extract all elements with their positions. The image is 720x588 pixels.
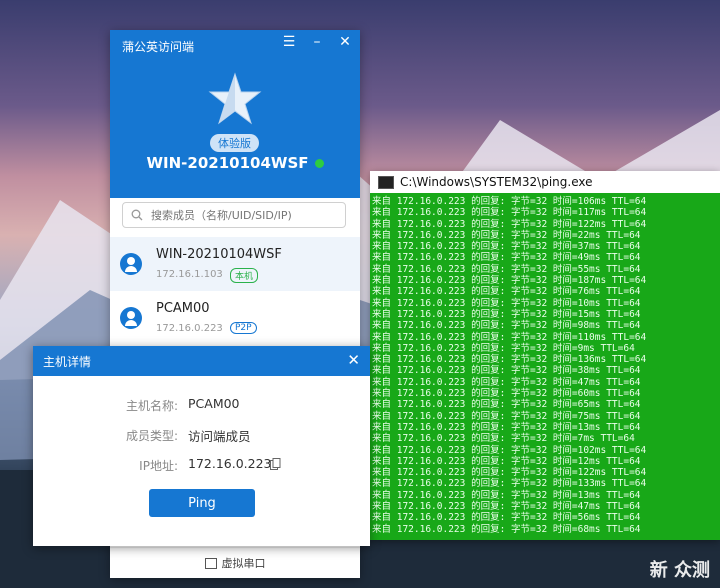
trial-badge: 体验版 — [210, 134, 259, 152]
member-avatar-icon — [120, 253, 142, 275]
host-name-value: PCAM00 — [188, 396, 240, 411]
console-titlebar: C:\Windows\SYSTEM32\ping.exe — [370, 171, 720, 193]
ip-address-label: IP地址: — [139, 459, 178, 473]
console-line: 来自 172.16.0.223 的回复: 字节=32 时间=37ms TTL=6… — [372, 241, 641, 253]
console-line: 来自 172.16.0.223 的回复: 字节=32 时间=68ms TTL=6… — [372, 523, 641, 535]
console-line: 来自 172.16.0.223 的回复: 字节=32 时间=122ms TTL=… — [372, 218, 647, 230]
console-line: 来自 172.16.0.223 的回复: 字节=32 时间=110ms TTL=… — [372, 331, 647, 343]
footer-label: 虚拟串口 — [221, 557, 266, 570]
member-item-local[interactable]: WIN-20210104WSF 172.16.1.103 本机 — [110, 237, 360, 291]
dialog-title: 主机详情 — [43, 354, 92, 369]
console-line: 来自 172.16.0.223 的回复: 字节=32 时间=47ms TTL=6… — [372, 376, 641, 388]
watermark-logo: 新 众测 — [649, 560, 710, 581]
host-detail-dialog: 主机详情 ✕ 主机名称: PCAM00 成员类型: 访问端成员 IP地址: 17… — [33, 346, 370, 546]
console-line: 来自 172.16.0.223 的回复: 字节=32 时间=117ms TTL=… — [372, 207, 647, 219]
dialog-close-icon[interactable]: ✕ — [347, 351, 360, 369]
member-ip: 172.16.1.103 — [156, 269, 223, 280]
console-line: 来自 172.16.0.223 的回复: 字节=32 时间=7ms TTL=64 — [372, 433, 635, 445]
console-line: 来自 172.16.0.223 的回复: 字节=32 时间=65ms TTL=6… — [372, 399, 641, 411]
console-line: 来自 172.16.0.223 的回复: 字节=32 时间=55ms TTL=6… — [372, 263, 641, 275]
console-line: 来自 172.16.0.223 的回复: 字节=32 时间=102ms TTL=… — [372, 444, 647, 456]
console-line: 来自 172.16.0.223 的回复: 字节=32 时间=122ms TTL=… — [372, 467, 647, 479]
serial-port-icon — [204, 557, 217, 569]
search-box[interactable] — [122, 202, 346, 228]
search-icon — [131, 209, 143, 221]
member-item-pcam[interactable]: PCAM00 172.16.0.223 P2P — [110, 291, 360, 345]
console-line: 来自 172.16.0.223 的回复: 字节=32 时间=12ms TTL=6… — [372, 455, 641, 467]
console-line: 来自 172.16.0.223 的回复: 字节=32 时间=22ms TTL=6… — [372, 229, 641, 241]
console-line: 来自 172.16.0.223 的回复: 字节=32 时间=75ms TTL=6… — [372, 410, 641, 422]
console-line: 来自 172.16.0.223 的回复: 字节=32 时间=47ms TTL=6… — [372, 501, 641, 513]
online-status-dot — [314, 159, 324, 168]
console-line: 来自 172.16.0.223 的回复: 字节=32 时间=60ms TTL=6… — [372, 388, 641, 400]
close-icon[interactable]: ✕ — [334, 34, 356, 50]
console-line: 来自 172.16.0.223 的回复: 字节=32 时间=56ms TTL=6… — [372, 512, 641, 524]
star-logo-icon — [208, 72, 262, 125]
member-name: WIN-20210104WSF — [156, 247, 282, 262]
host-label: WIN-20210104WSF — [146, 154, 309, 172]
ping-console-window: C:\Windows\SYSTEM32\ping.exe 来自 172.16.0… — [370, 171, 720, 540]
member-type-label: 成员类型: — [125, 429, 178, 443]
host-name-label: 主机名称: — [125, 399, 178, 413]
ping-button[interactable]: Ping — [149, 489, 255, 517]
dialog-header: 主机详情 ✕ — [33, 346, 370, 376]
app-header: 蒲公英访问端 ☰ – ✕ 体验版 WIN-20210104WSF — [110, 30, 360, 198]
console-line: 来自 172.16.0.223 的回复: 字节=32 时间=106ms TTL=… — [372, 196, 647, 207]
member-tag-p2p: P2P — [230, 322, 257, 334]
console-icon — [378, 175, 394, 189]
console-line: 来自 172.16.0.223 的回复: 字节=32 时间=187ms TTL=… — [372, 275, 647, 287]
console-line: 来自 172.16.0.223 的回复: 字节=32 时间=136ms TTL=… — [372, 354, 647, 366]
menu-icon[interactable]: ☰ — [278, 34, 300, 50]
console-line: 来自 172.16.0.223 的回复: 字节=32 时间=133ms TTL=… — [372, 478, 647, 490]
minimize-icon[interactable]: – — [306, 34, 328, 50]
console-line: 来自 172.16.0.223 的回复: 字节=32 时间=38ms TTL=6… — [372, 365, 641, 377]
console-line: 来自 172.16.0.223 的回复: 字节=32 时间=13ms TTL=6… — [372, 489, 641, 501]
console-line: 来自 172.16.0.223 的回复: 字节=32 时间=10ms TTL=6… — [372, 297, 641, 309]
virtual-serial-button[interactable]: 虚拟串口 — [110, 547, 360, 578]
console-title: C:\Windows\SYSTEM32\ping.exe — [400, 175, 593, 189]
member-name: PCAM00 — [156, 301, 210, 316]
console-line: 来自 172.16.0.223 的回复: 字节=32 时间=98ms TTL=6… — [372, 320, 641, 332]
host-name: WIN-20210104WSF — [110, 154, 360, 172]
console-line: 来自 172.16.0.223 的回复: 字节=32 时间=13ms TTL=6… — [372, 421, 641, 433]
member-tag-local: 本机 — [230, 268, 259, 283]
console-line: 来自 172.16.0.223 的回复: 字节=32 时间=49ms TTL=6… — [372, 252, 641, 264]
console-line: 来自 172.16.0.223 的回复: 字节=32 时间=9ms TTL=64 — [372, 342, 635, 354]
copy-icon[interactable] — [270, 458, 281, 470]
console-line: 来自 172.16.0.223 的回复: 字节=32 时间=76ms TTL=6… — [372, 286, 641, 298]
console-output: 来自 172.16.0.223 的回复: 字节=32 时间=106ms TTL=… — [370, 193, 720, 540]
member-ip: 172.16.0.223 — [156, 323, 223, 334]
app-title: 蒲公英访问端 — [122, 40, 195, 54]
ip-address-value: 172.16.0.223 — [188, 456, 272, 471]
search-input[interactable] — [149, 207, 343, 223]
member-avatar-icon — [120, 307, 142, 329]
console-line: 来自 172.16.0.223 的回复: 字节=32 时间=15ms TTL=6… — [372, 308, 641, 320]
member-type-value: 访问端成员 — [188, 429, 251, 444]
